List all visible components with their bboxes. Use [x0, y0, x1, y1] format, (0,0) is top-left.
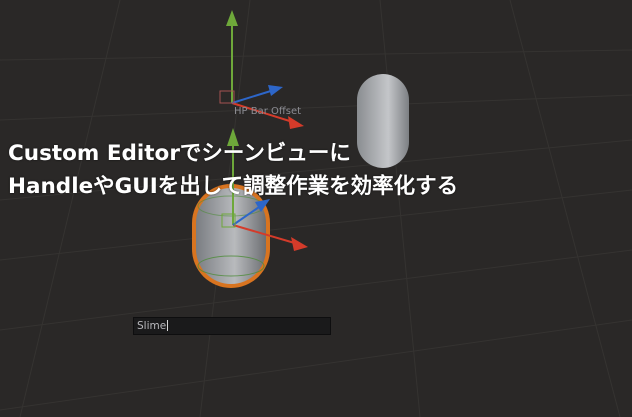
gizmo-label-hp-bar-offset: HP Bar Offset: [234, 106, 302, 117]
title-line-1: Custom Editorでシーンビューに: [8, 141, 351, 166]
scene-grid: [0, 0, 632, 417]
page-title: Custom Editorでシーンビューに HandleやGUIを出して調整作業…: [8, 137, 458, 203]
scene-view[interactable]: [0, 0, 632, 417]
text-caret: [167, 320, 169, 331]
name-input-field[interactable]: Slime: [133, 317, 331, 335]
name-input-value: Slime: [137, 320, 167, 332]
title-line-2: HandleやGUIを出して調整作業を効率化する: [8, 174, 459, 199]
